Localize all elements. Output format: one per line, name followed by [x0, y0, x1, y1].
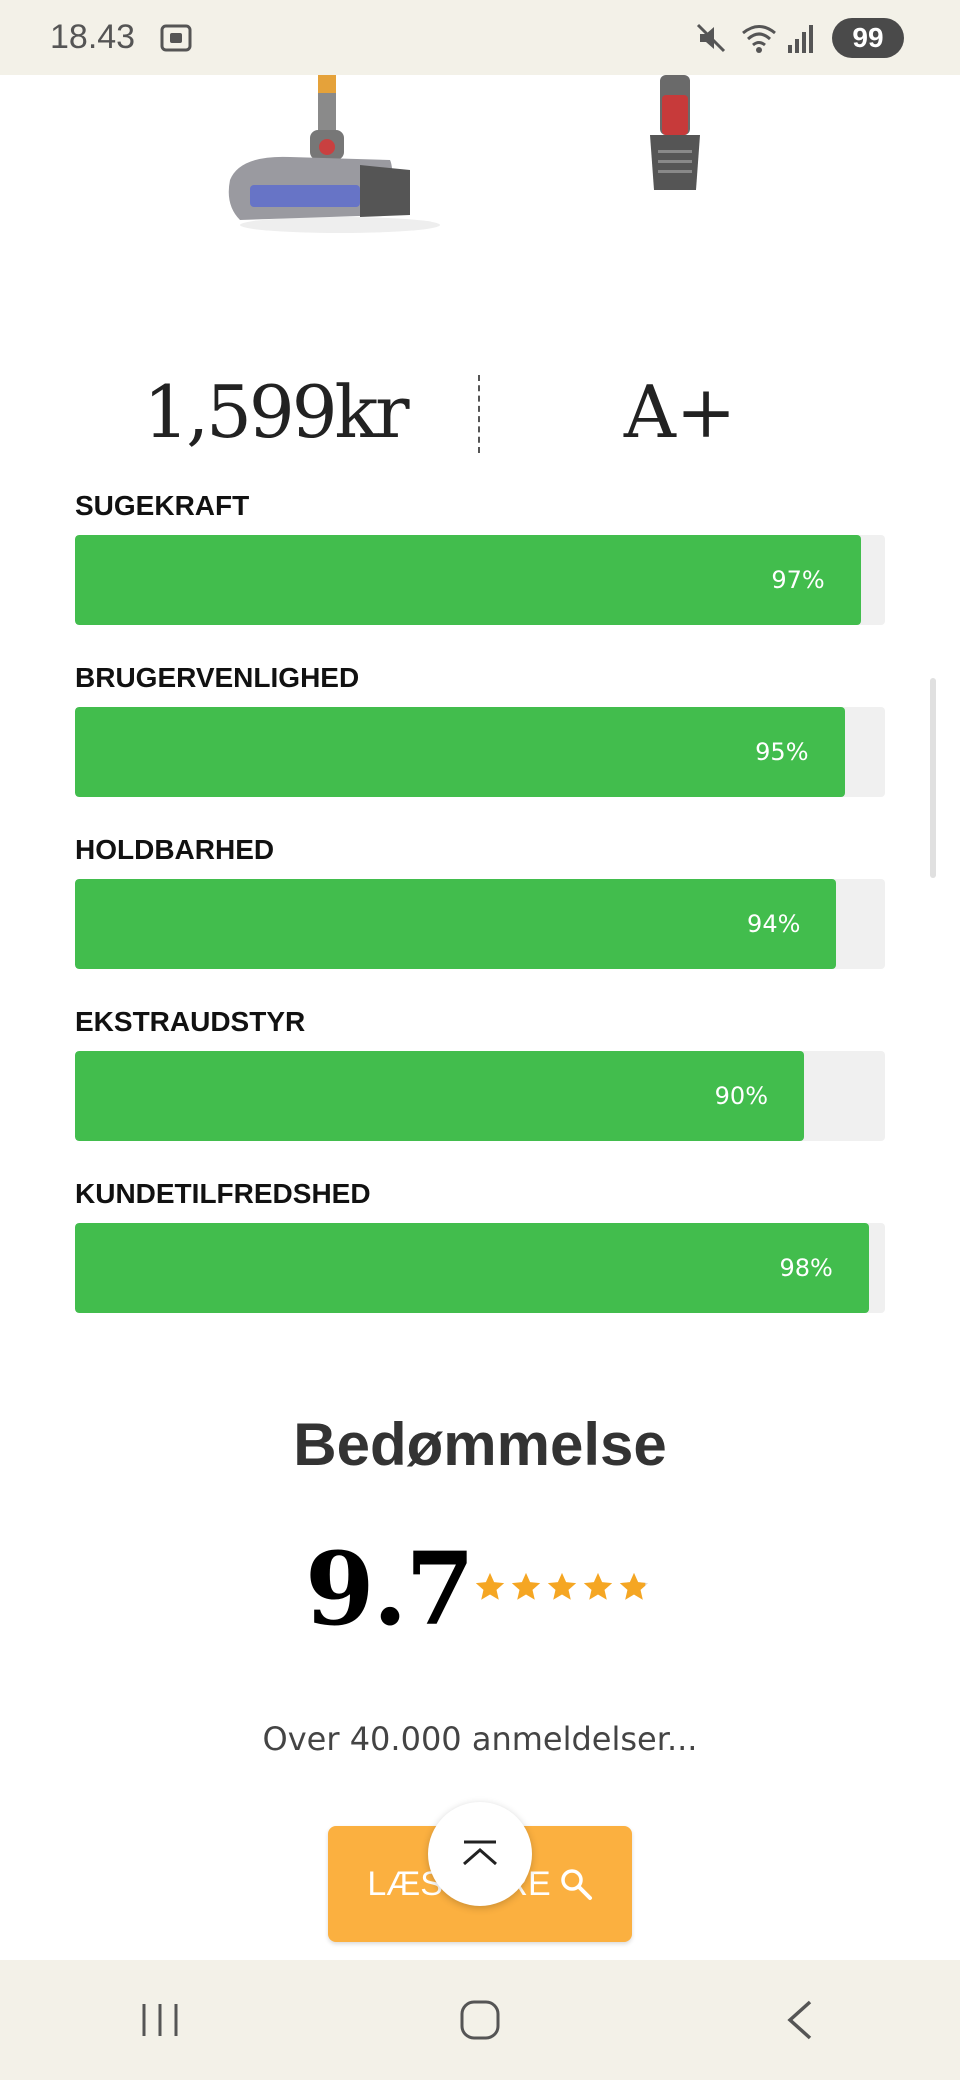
metrics-list: SUGEKRAFT 97% BRUGERVENLIGHED 95% HOLDBA… — [75, 485, 885, 1345]
price-grade-row: 1,599kr A+ — [0, 360, 960, 460]
progress-bar: 90% — [75, 1051, 885, 1141]
scroll-to-top-button[interactable] — [428, 1802, 532, 1906]
star-rating — [473, 1570, 651, 1604]
progress-bar: 98% — [75, 1223, 885, 1313]
status-right: 99 — [694, 17, 904, 58]
wifi-icon — [740, 21, 776, 55]
system-nav-bar — [0, 1960, 960, 2080]
vacuum-tool-image — [620, 75, 730, 195]
metric-label: BRUGERVENLIGHED — [75, 662, 360, 693]
back-icon — [787, 2000, 812, 2040]
star-icon — [583, 1572, 613, 1600]
signal-icon — [786, 21, 820, 55]
metric-sugekraft: SUGEKRAFT 97% — [75, 485, 885, 657]
metric-value: 94% — [747, 910, 801, 938]
rating-row: 9.7 — [0, 1530, 960, 1650]
metric-value: 90% — [714, 1082, 768, 1110]
metric-label: HOLDBARHED — [75, 834, 275, 865]
rating-title: Bedømmelse — [293, 1411, 667, 1478]
review-count: Over 40.000 anmeldelser... — [262, 1720, 698, 1758]
home-icon — [460, 2000, 500, 2040]
progress-fill: 94% — [75, 879, 837, 969]
chevron-up-icon — [463, 1840, 497, 1866]
progress-bar: 97% — [75, 535, 885, 625]
progress-fill: 98% — [75, 1223, 869, 1313]
recent-apps-button[interactable] — [120, 1990, 200, 2050]
status-time: 18.43 — [50, 18, 136, 56]
metric-kundetilfredshed: KUNDETILFREDSHED 98% — [75, 1173, 885, 1345]
metric-label: KUNDETILFREDSHED — [75, 1178, 371, 1209]
progress-bar: 94% — [75, 879, 885, 969]
progress-fill: 97% — [75, 535, 861, 625]
star-icon — [475, 1572, 505, 1600]
status-bar: 18.43 99 — [0, 0, 960, 75]
search-icon — [560, 1869, 592, 1900]
metric-label: SUGEKRAFT — [75, 490, 250, 521]
product-images — [0, 75, 960, 255]
battery-indicator: 99 — [832, 17, 904, 58]
product-price: 1,599kr — [143, 370, 409, 454]
home-button[interactable] — [440, 1990, 520, 2050]
recent-apps-icon — [142, 2004, 178, 2036]
metric-value: 95% — [755, 738, 809, 766]
progress-fill: 90% — [75, 1051, 804, 1141]
mute-icon — [694, 21, 728, 55]
metric-label: EKSTRAUDSTYR — [75, 1006, 306, 1037]
metric-holdbarhed: HOLDBARHED 94% — [75, 829, 885, 1001]
star-icon — [547, 1572, 577, 1600]
metric-brugervenlighed: BRUGERVENLIGHED 95% — [75, 657, 885, 829]
product-grade: A+ — [623, 370, 737, 454]
star-half-icon — [619, 1572, 649, 1600]
metric-value: 97% — [771, 566, 825, 594]
star-icon — [511, 1572, 541, 1600]
metric-value: 98% — [779, 1254, 833, 1282]
screen-record-icon — [159, 22, 193, 54]
vacuum-head-image — [210, 75, 470, 240]
rating-score: 9.7 — [305, 1530, 475, 1648]
back-button[interactable] — [760, 1990, 840, 2050]
scrollbar[interactable] — [930, 678, 936, 878]
status-left: 18.43 — [50, 18, 193, 57]
metric-ekstraudstyr: EKSTRAUDSTYR 90% — [75, 1001, 885, 1173]
progress-fill: 95% — [75, 707, 845, 797]
progress-bar: 95% — [75, 707, 885, 797]
